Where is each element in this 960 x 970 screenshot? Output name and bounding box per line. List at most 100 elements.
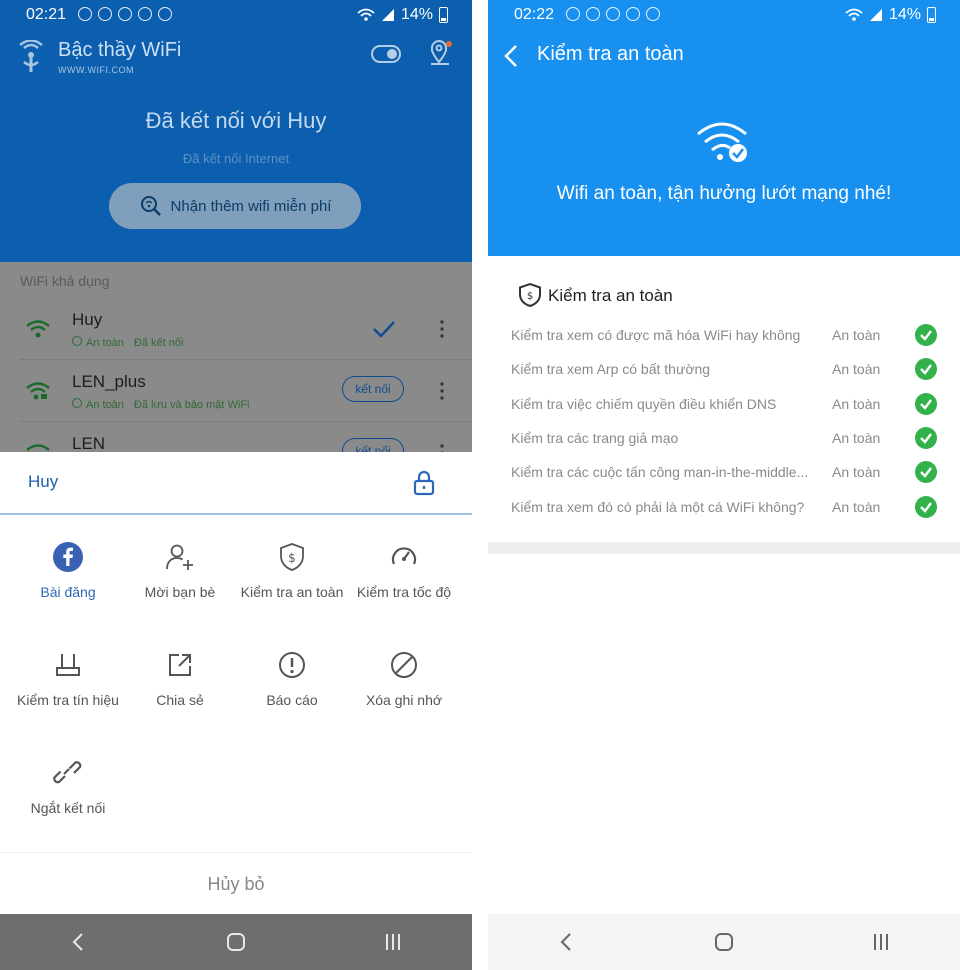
status-right: 14% bbox=[357, 6, 448, 24]
back-nav-icon[interactable] bbox=[555, 930, 579, 954]
action-label: Kiểm tra an toàn bbox=[240, 584, 344, 600]
check-row: Kiểm tra các cuộc tấn công man-in-the-mi… bbox=[488, 456, 960, 490]
wifi-list: WiFi khả dụng Huy An toàn Đã kết nối LEN… bbox=[0, 262, 472, 452]
action-forget[interactable]: Xóa ghi nhớ bbox=[345, 650, 463, 708]
check-ok-icon bbox=[915, 427, 937, 449]
left-phone-screen: 02:21 14% Bậc thầy WiFi WWW.WIFI.COM Đã bbox=[0, 0, 472, 970]
wifi-row-len[interactable]: LEN kết nối bbox=[0, 422, 472, 452]
speedometer-icon bbox=[391, 547, 417, 565]
cancel-button[interactable]: Hủy bỏ bbox=[0, 854, 472, 914]
action-signal-test[interactable]: Kiểm tra tín hiệu bbox=[9, 650, 127, 708]
action-speed-test[interactable]: Kiểm tra tốc độ bbox=[345, 542, 463, 600]
wifi-toggle[interactable] bbox=[371, 45, 401, 63]
get-free-wifi-label: Nhận thêm wifi miễn phí bbox=[170, 197, 332, 215]
check-row: Kiểm tra xem có được mã hóa WiFi hay khô… bbox=[488, 319, 960, 353]
recents-nav-icon[interactable] bbox=[869, 930, 893, 954]
check-ok-icon bbox=[915, 461, 937, 483]
svg-text:$: $ bbox=[527, 291, 533, 302]
wifi-meta: An toàn Đã lưu và bảo mật WiFi bbox=[72, 398, 250, 411]
check-label: Kiểm tra xem đó có phải là một cá WiFi k… bbox=[511, 499, 805, 515]
action-share[interactable]: Chia sẻ bbox=[121, 650, 239, 708]
connected-title: Đã kết nối với Huy bbox=[145, 108, 327, 133]
map-pin-icon[interactable] bbox=[428, 40, 454, 66]
connected-check-icon bbox=[373, 321, 395, 338]
cell-signal-icon bbox=[869, 9, 882, 21]
svg-text:$: $ bbox=[288, 551, 296, 565]
section-divider bbox=[488, 542, 960, 554]
action-label: Ngắt kết nối bbox=[30, 800, 106, 816]
check-label: Kiểm tra xem Arp có bất thường bbox=[511, 361, 711, 377]
connect-button[interactable]: kết nối bbox=[342, 438, 404, 452]
battery-percent: 14% bbox=[888, 6, 921, 23]
check-row: Kiểm tra xem Arp có bất thường An toàn bbox=[488, 353, 960, 387]
action-disconnect[interactable]: Ngắt kết nối bbox=[9, 758, 127, 816]
app-url: WWW.WIFI.COM bbox=[58, 65, 134, 75]
wifi-strength-icon bbox=[26, 444, 50, 451]
notification-icons bbox=[566, 7, 660, 21]
battery-icon bbox=[439, 7, 448, 23]
check-status: An toàn bbox=[832, 464, 881, 480]
status-bar: 02:21 14% bbox=[0, 0, 472, 30]
network-action-sheet: Huy Bài đăng Mời bạn bè $ Kiểm tra an to… bbox=[0, 452, 472, 914]
battery-percent: 14% bbox=[400, 6, 433, 23]
connect-button[interactable]: kết nối bbox=[342, 376, 404, 402]
action-post[interactable]: Bài đăng bbox=[9, 542, 127, 600]
app-name: Bậc thầy WiFi bbox=[58, 39, 182, 61]
check-ok-icon bbox=[915, 324, 937, 346]
recents-nav-icon[interactable] bbox=[381, 930, 405, 954]
share-icon bbox=[169, 654, 191, 676]
broken-link-icon bbox=[53, 761, 82, 784]
notification-icons bbox=[78, 7, 172, 21]
facebook-icon bbox=[53, 542, 83, 572]
check-row: Kiểm tra xem đó có phải là một cá WiFi k… bbox=[488, 491, 960, 525]
home-nav-icon[interactable] bbox=[712, 930, 736, 954]
system-nav-bar bbox=[0, 914, 472, 970]
router-icon bbox=[56, 654, 80, 676]
more-options-icon[interactable] bbox=[440, 320, 444, 338]
more-options-icon[interactable] bbox=[440, 444, 444, 452]
more-options-icon[interactable] bbox=[440, 382, 444, 400]
sheet-title: Huy bbox=[28, 472, 59, 491]
wifi-note: Đã lưu và bảo mật WiFi bbox=[133, 398, 250, 411]
add-user-icon bbox=[166, 544, 193, 570]
action-label: Bài đăng bbox=[40, 584, 96, 600]
action-report[interactable]: Báo cáo bbox=[233, 650, 351, 708]
forbidden-icon bbox=[391, 652, 417, 678]
wifi-safe-icon bbox=[697, 122, 747, 162]
check-status: An toàn bbox=[832, 327, 881, 343]
check-status: An toàn bbox=[832, 396, 881, 412]
check-status: An toàn bbox=[832, 430, 881, 446]
safe-shield-icon bbox=[72, 398, 82, 408]
lock-icon bbox=[413, 470, 435, 496]
wifi-list-header: WiFi khả dụng bbox=[20, 273, 110, 289]
wifi-signal-icon bbox=[845, 8, 863, 21]
action-label: Kiểm tra tín hiệu bbox=[17, 692, 119, 708]
check-status: An toàn bbox=[832, 361, 881, 377]
section-title: Kiểm tra an toàn bbox=[548, 286, 673, 305]
action-invite-friends[interactable]: Mời bạn bè bbox=[121, 542, 239, 600]
system-nav-bar bbox=[488, 914, 960, 970]
action-label: Mời bạn bè bbox=[144, 584, 216, 600]
wifi-row-huy[interactable]: Huy An toàn Đã kết nối bbox=[0, 298, 472, 360]
check-ok-icon bbox=[915, 393, 937, 415]
safe-message: Wifi an toàn, tận hưởng lướt mạng nhé! bbox=[556, 183, 892, 204]
wifi-strength-icon bbox=[26, 320, 50, 338]
action-safety-check[interactable]: $ Kiểm tra an toàn bbox=[233, 542, 351, 600]
get-free-wifi-button[interactable]: Nhận thêm wifi miễn phí bbox=[109, 183, 361, 229]
wifi-row-len-plus[interactable]: LEN_plus An toàn Đã lưu và bảo mật WiFi … bbox=[0, 360, 472, 422]
home-nav-icon[interactable] bbox=[224, 930, 248, 954]
wifi-name: LEN bbox=[72, 434, 106, 452]
connected-subtitle: Đã kết nối Internet bbox=[182, 151, 290, 166]
status-time: 02:22 bbox=[514, 6, 555, 23]
back-nav-icon[interactable] bbox=[67, 930, 91, 954]
sheet-divider bbox=[0, 513, 472, 515]
wifi-note: Đã kết nối bbox=[133, 336, 184, 349]
action-label: Kiểm tra tốc độ bbox=[356, 584, 452, 600]
wifi-signal-icon bbox=[357, 8, 375, 21]
check-label: Kiểm tra các cuộc tấn công man-in-the-mi… bbox=[511, 464, 809, 480]
wifi-name: Huy bbox=[72, 310, 103, 329]
action-label: Báo cáo bbox=[266, 692, 318, 708]
action-label: Chia sẻ bbox=[156, 692, 204, 708]
back-arrow-icon[interactable] bbox=[502, 43, 522, 69]
search-wifi-icon bbox=[140, 196, 161, 216]
